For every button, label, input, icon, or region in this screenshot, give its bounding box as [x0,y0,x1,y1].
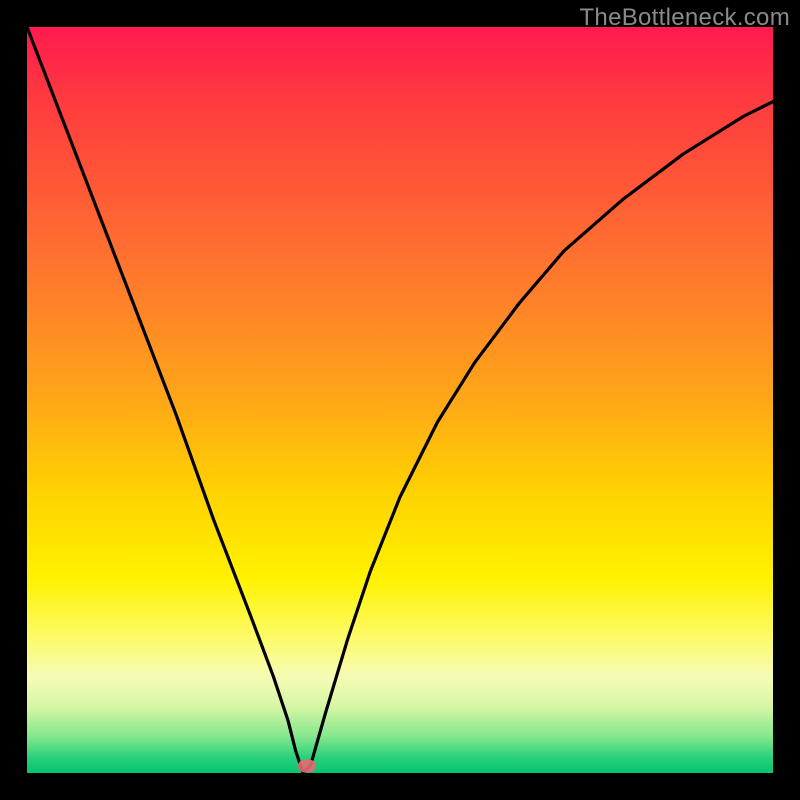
plot-area [27,27,773,773]
bottleneck-curve [27,27,773,773]
optimal-point-marker [298,759,316,772]
chart-frame: TheBottleneck.com [0,0,800,800]
